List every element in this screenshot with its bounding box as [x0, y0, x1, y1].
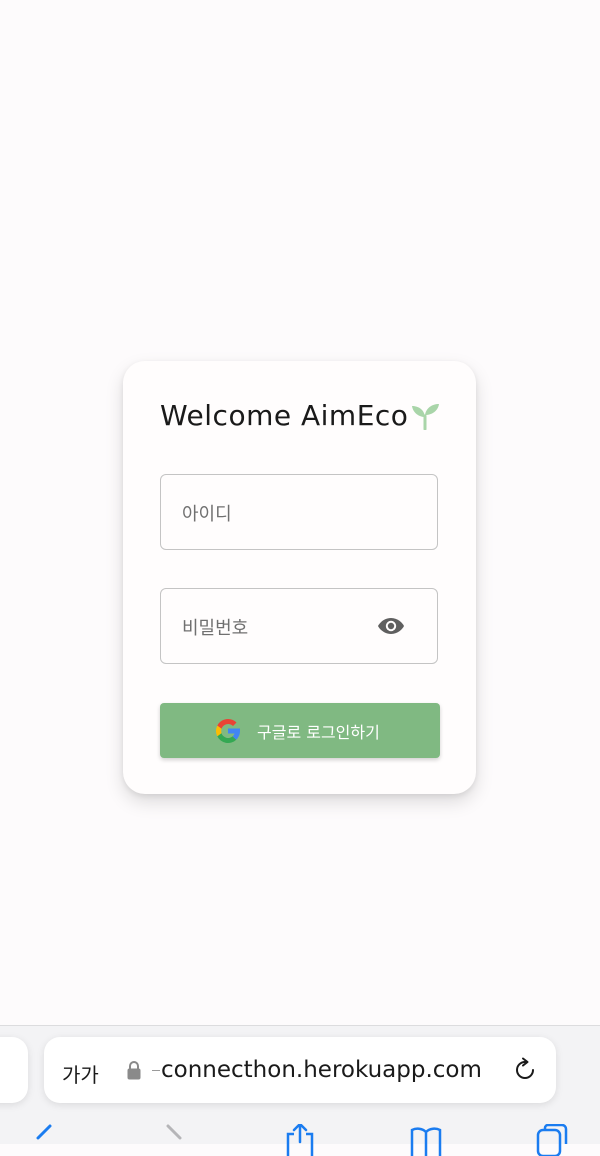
- google-login-button[interactable]: 구글로 로그인하기: [160, 703, 440, 758]
- previous-tab[interactable]: [0, 1037, 28, 1103]
- address-bar[interactable]: 가가 connecthon.herokuapp.com: [44, 1037, 556, 1103]
- url-prefix-mark: [152, 1070, 160, 1071]
- sprout-icon: [412, 404, 439, 430]
- google-login-label: 구글로 로그인하기: [257, 723, 380, 742]
- google-icon: [216, 718, 241, 744]
- browser-toolbar: 가가 connecthon.herokuapp.com: [0, 1025, 600, 1156]
- bookmarks-icon[interactable]: [410, 1124, 442, 1156]
- password-input[interactable]: 비밀번호: [160, 588, 438, 664]
- tabs-icon[interactable]: [536, 1124, 568, 1156]
- forward-icon[interactable]: [160, 1124, 192, 1156]
- reload-icon[interactable]: [512, 1057, 538, 1083]
- id-input[interactable]: 아이디: [160, 474, 438, 550]
- login-card: Welcome AimEco 아이디 비밀번호 구글로 로그인하기: [123, 361, 476, 794]
- id-placeholder: 아이디: [182, 504, 232, 525]
- password-placeholder: 비밀번호: [182, 618, 249, 639]
- url-text[interactable]: connecthon.herokuapp.com: [161, 1057, 482, 1083]
- share-icon[interactable]: [284, 1124, 316, 1156]
- back-icon[interactable]: [28, 1124, 60, 1156]
- page-title: Welcome AimEco: [160, 399, 409, 432]
- eye-icon[interactable]: [377, 614, 405, 638]
- lock-icon: [127, 1061, 141, 1080]
- text-size-button[interactable]: 가가: [62, 1059, 99, 1088]
